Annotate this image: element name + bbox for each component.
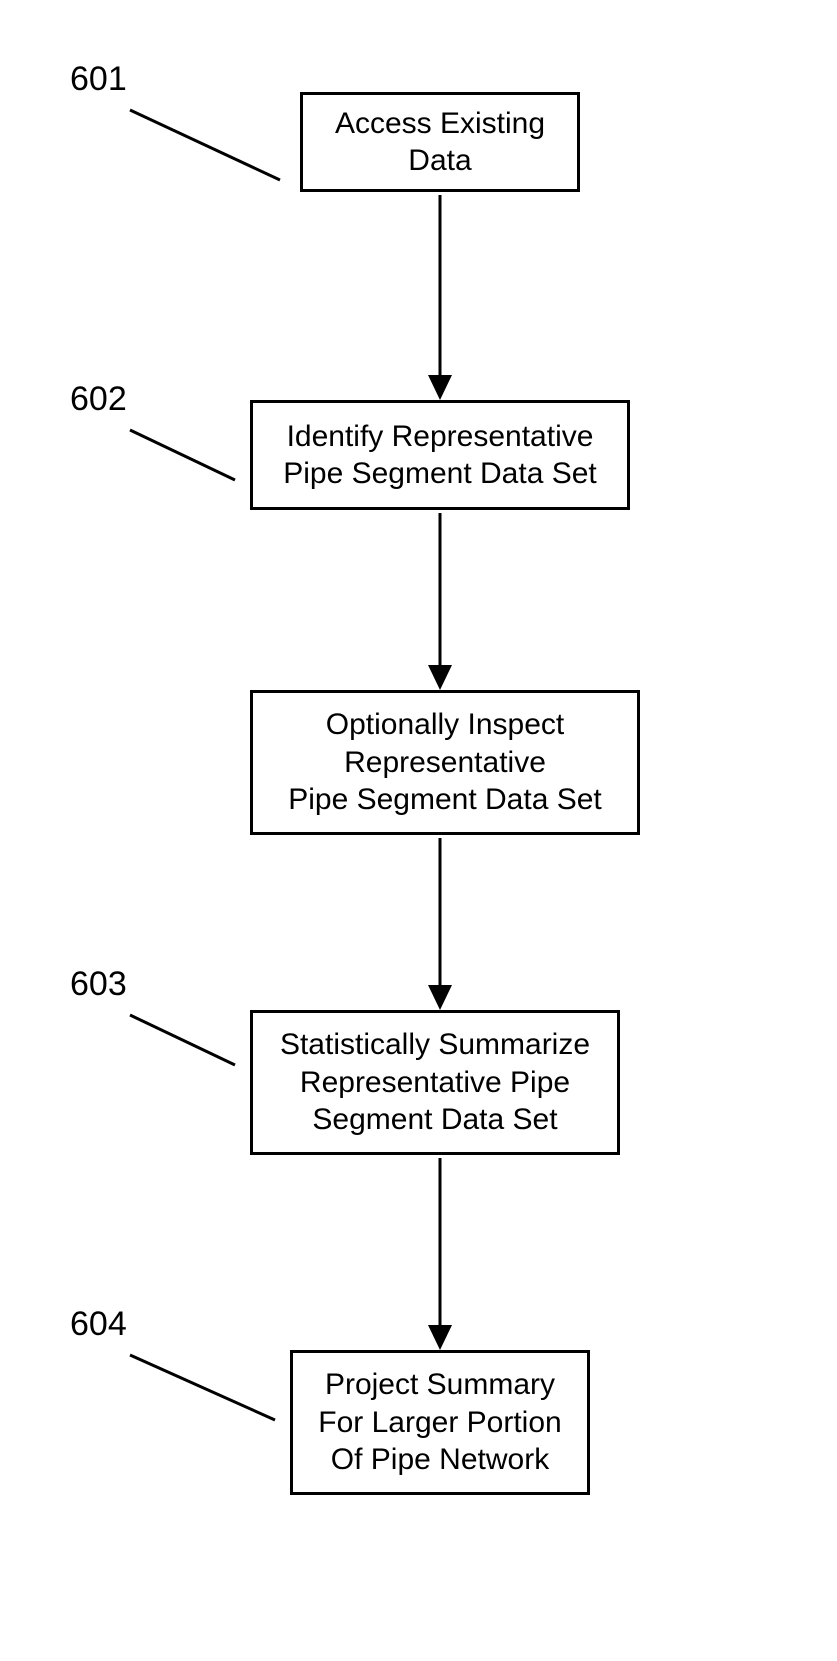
flowchart-canvas: 601 602 603 604 Access Existing Data Ide…: [0, 0, 837, 1661]
flow-arrows: [0, 0, 837, 1661]
